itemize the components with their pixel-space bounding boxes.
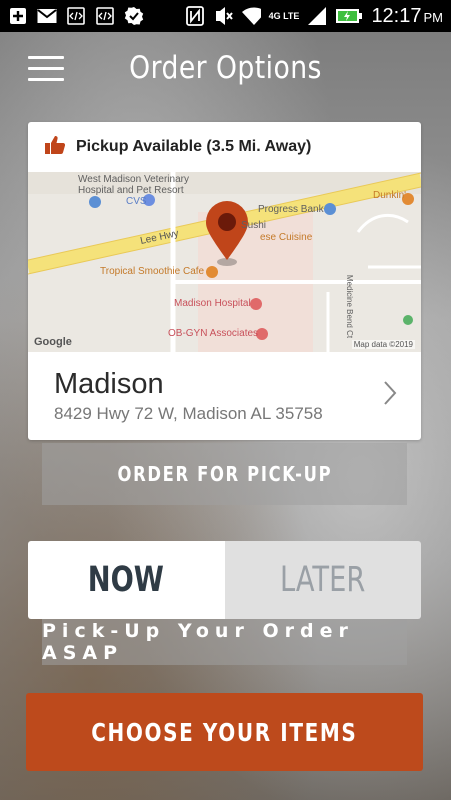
- battery-charging-icon: [335, 7, 363, 25]
- code-icon: [95, 7, 115, 25]
- map-label-chinese: ese Cuisine: [260, 232, 313, 243]
- wifi-icon: [241, 7, 261, 25]
- store-info-row[interactable]: Madison 8429 Hwy 72 W, Madison AL 35758: [28, 352, 421, 440]
- pickup-status-text: Pickup Available (3.5 Mi. Away): [76, 138, 312, 155]
- page-title: Order Options: [129, 50, 322, 86]
- choose-items-label: CHOOSE YOUR ITEMS: [91, 717, 358, 747]
- app-header: Order Options: [0, 32, 451, 108]
- map-label-tropical: Tropical Smoothie Cafe: [100, 266, 205, 277]
- store-map[interactable]: West Madison Veterinary Hospital and Pet…: [28, 172, 421, 352]
- map-label-cvs: CVS: [126, 196, 147, 207]
- timing-note-text: Pick-Up Your Order ASAP: [42, 620, 354, 664]
- location-card: Pickup Available (3.5 Mi. Away) West Mad…: [28, 122, 421, 440]
- store-name: Madison: [54, 368, 164, 400]
- chevron-right-icon: [383, 380, 397, 411]
- google-logo: Google: [34, 336, 72, 348]
- timing-now-option[interactable]: NOW: [28, 541, 225, 619]
- choose-items-button[interactable]: CHOOSE YOUR ITEMS: [26, 693, 423, 771]
- timing-now-label: NOW: [88, 560, 165, 600]
- status-left-icons: [0, 7, 144, 25]
- map-graphic: [28, 172, 421, 352]
- clock: 12:17 PM: [371, 4, 443, 27]
- signal-icon: [307, 7, 327, 25]
- map-label-dunkin: Dunkin': [373, 190, 407, 201]
- network-type: 4G LTE: [268, 11, 300, 21]
- timing-toggle: NOW LATER: [28, 541, 421, 619]
- status-right-icons: 4G LTE 12:17 PM: [185, 0, 443, 32]
- map-label-medicine-bend: Medicine Bend Ct: [345, 274, 355, 339]
- map-label-madison-hospital: Madison Hospital: [174, 298, 251, 309]
- timing-later-option[interactable]: LATER: [224, 541, 421, 619]
- map-label-vet: West Madison Veterinary Hospital and Pet…: [78, 174, 189, 196]
- gmail-icon: [37, 7, 57, 25]
- map-label-obgyn: OB-GYN Associates: [168, 328, 259, 339]
- add-icon: [8, 7, 28, 25]
- check-icon: [124, 7, 144, 25]
- nfc-icon: [185, 6, 205, 26]
- timing-note: Pick-Up Your Order ASAP: [42, 619, 407, 665]
- map-label-sushi: Sushi: [241, 220, 267, 231]
- mute-icon: [213, 7, 233, 25]
- map-label-progress-bank: Progress Bank: [258, 204, 324, 215]
- timing-later-label: LATER: [280, 560, 366, 600]
- status-bar: 4G LTE 12:17 PM: [0, 0, 451, 32]
- map-attribution: Map data ©2019: [351, 340, 415, 349]
- thumbs-up-icon: [44, 135, 66, 160]
- store-address: 8429 Hwy 72 W, Madison AL 35758: [54, 404, 323, 423]
- pickup-status: Pickup Available (3.5 Mi. Away): [28, 122, 421, 172]
- order-for-pickup-label: ORDER FOR PICK-UP: [117, 462, 332, 486]
- order-for-pickup-button[interactable]: ORDER FOR PICK-UP: [42, 443, 407, 505]
- code-icon: [66, 7, 86, 25]
